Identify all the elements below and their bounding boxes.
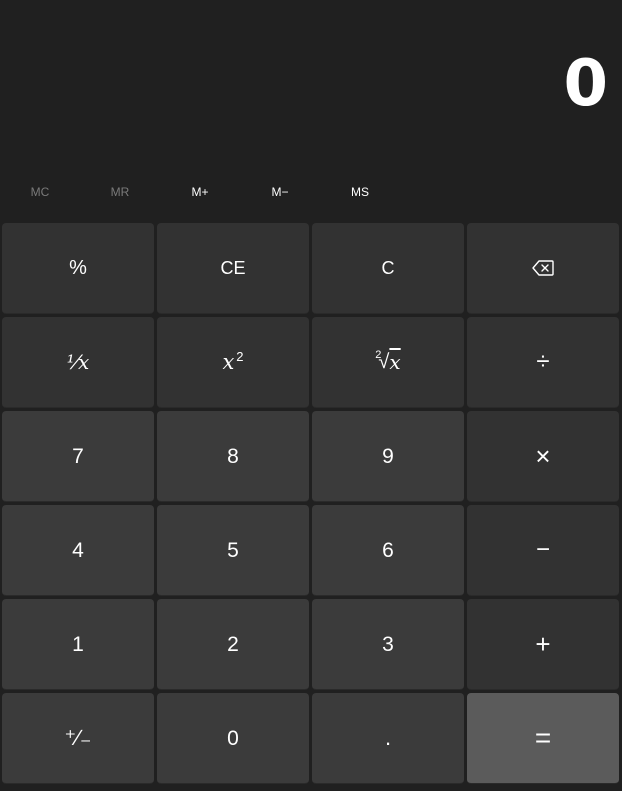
square-root-index: 2 <box>375 349 382 361</box>
equals-button[interactable]: = <box>467 693 619 784</box>
digit-9-button[interactable]: 9 <box>312 411 464 502</box>
negate-button[interactable]: ⁺∕₋ <box>2 693 154 784</box>
memory-subtract-button[interactable]: M− <box>240 172 320 212</box>
digit-3-label: 3 <box>382 632 394 656</box>
divide-button[interactable]: ÷ <box>467 317 619 408</box>
display-value: 0 <box>563 47 608 121</box>
decimal-button[interactable]: . <box>312 693 464 784</box>
digit-3-button[interactable]: 3 <box>312 599 464 690</box>
digit-2-button[interactable]: 2 <box>157 599 309 690</box>
percent-button[interactable]: % <box>2 223 154 314</box>
percent-label: % <box>69 257 87 279</box>
negate-label: ⁺∕₋ <box>64 725 92 750</box>
decimal-label: . <box>384 725 392 750</box>
digit-6-label: 6 <box>382 538 394 562</box>
keypad: % CE C ⅟x x2 2 √ x ÷ 7 8 9 × 4 5 6 − 1 2… <box>2 223 619 785</box>
memory-store-button[interactable]: MS <box>320 172 400 212</box>
display-area: 0 <box>0 0 622 172</box>
square-button[interactable]: x2 <box>157 317 309 408</box>
digit-2-label: 2 <box>227 632 239 656</box>
digit-5-button[interactable]: 5 <box>157 505 309 596</box>
backspace-button[interactable] <box>467 223 619 314</box>
clear-entry-label: CE <box>220 258 246 278</box>
divide-label: ÷ <box>536 348 550 375</box>
digit-0-label: 0 <box>227 726 239 750</box>
square-root-button[interactable]: 2 √ x <box>312 317 464 408</box>
backspace-icon <box>532 260 554 276</box>
digit-8-label: 8 <box>227 444 239 468</box>
subtract-label: − <box>535 536 550 563</box>
memory-add-button[interactable]: M+ <box>160 172 240 212</box>
digit-1-label: 1 <box>72 632 84 656</box>
calculator-window: 0 MC MR M+ M− MS % CE C ⅟x x 2 2 √ x ÷ 7… <box>0 0 622 791</box>
digit-4-button[interactable]: 4 <box>2 505 154 596</box>
digit-1-button[interactable]: 1 <box>2 599 154 690</box>
square-root-x-label: x <box>389 350 401 374</box>
digit-9-label: 9 <box>382 444 394 468</box>
subtract-button[interactable]: − <box>467 505 619 596</box>
clear-label: C <box>381 258 395 278</box>
digit-4-label: 4 <box>72 538 84 562</box>
reciprocal-button[interactable]: ⅟x <box>2 317 154 408</box>
memory-row: MC MR M+ M− MS <box>0 172 622 212</box>
add-label: + <box>535 629 551 659</box>
digit-5-label: 5 <box>227 538 239 562</box>
memory-clear-button[interactable]: MC <box>0 172 80 212</box>
multiply-label: × <box>535 441 551 471</box>
equals-label: = <box>534 722 552 753</box>
add-button[interactable]: + <box>467 599 619 690</box>
clear-button[interactable]: C <box>312 223 464 314</box>
square-base-label: x <box>222 349 235 374</box>
multiply-button[interactable]: × <box>467 411 619 502</box>
digit-7-button[interactable]: 7 <box>2 411 154 502</box>
reciprocal-label: ⅟x <box>66 350 90 374</box>
digit-0-button[interactable]: 0 <box>157 693 309 784</box>
digit-6-button[interactable]: 6 <box>312 505 464 596</box>
clear-entry-button[interactable]: CE <box>157 223 309 314</box>
digit-7-label: 7 <box>72 444 84 468</box>
memory-recall-button[interactable]: MR <box>80 172 160 212</box>
square-exponent-label: 2 <box>236 348 244 364</box>
digit-8-button[interactable]: 8 <box>157 411 309 502</box>
